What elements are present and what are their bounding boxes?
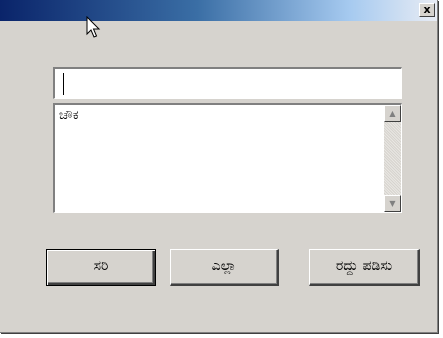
arrow-down-icon: ▼ (389, 199, 396, 208)
mouse-pointer-icon (86, 16, 101, 38)
dialog-window: x ಚೌಕ ▲ ▼ ಸರಿ ಎಲ್ಲಾ ರದ್ದು ಪಡಿಸು (0, 0, 438, 333)
ok-button[interactable]: ಸರಿ (46, 249, 156, 286)
text-input[interactable] (53, 67, 402, 99)
list-item[interactable]: ಚೌಕ (59, 108, 79, 124)
close-icon: x (423, 3, 431, 16)
title-bar[interactable]: x (0, 0, 437, 21)
arrow-up-icon: ▲ (389, 109, 396, 118)
close-button[interactable]: x (419, 3, 435, 17)
vertical-scrollbar[interactable]: ▲ ▼ (384, 105, 401, 212)
cancel-button[interactable]: ರದ್ದು ಪಡಿಸು (309, 249, 420, 286)
scroll-up-button[interactable]: ▲ (384, 105, 401, 122)
suggestion-list[interactable]: ಚೌಕ ▲ ▼ (53, 103, 402, 213)
all-button[interactable]: ಎಲ್ಲಾ (170, 249, 279, 286)
scroll-down-button[interactable]: ▼ (384, 195, 401, 212)
text-caret (63, 73, 64, 95)
